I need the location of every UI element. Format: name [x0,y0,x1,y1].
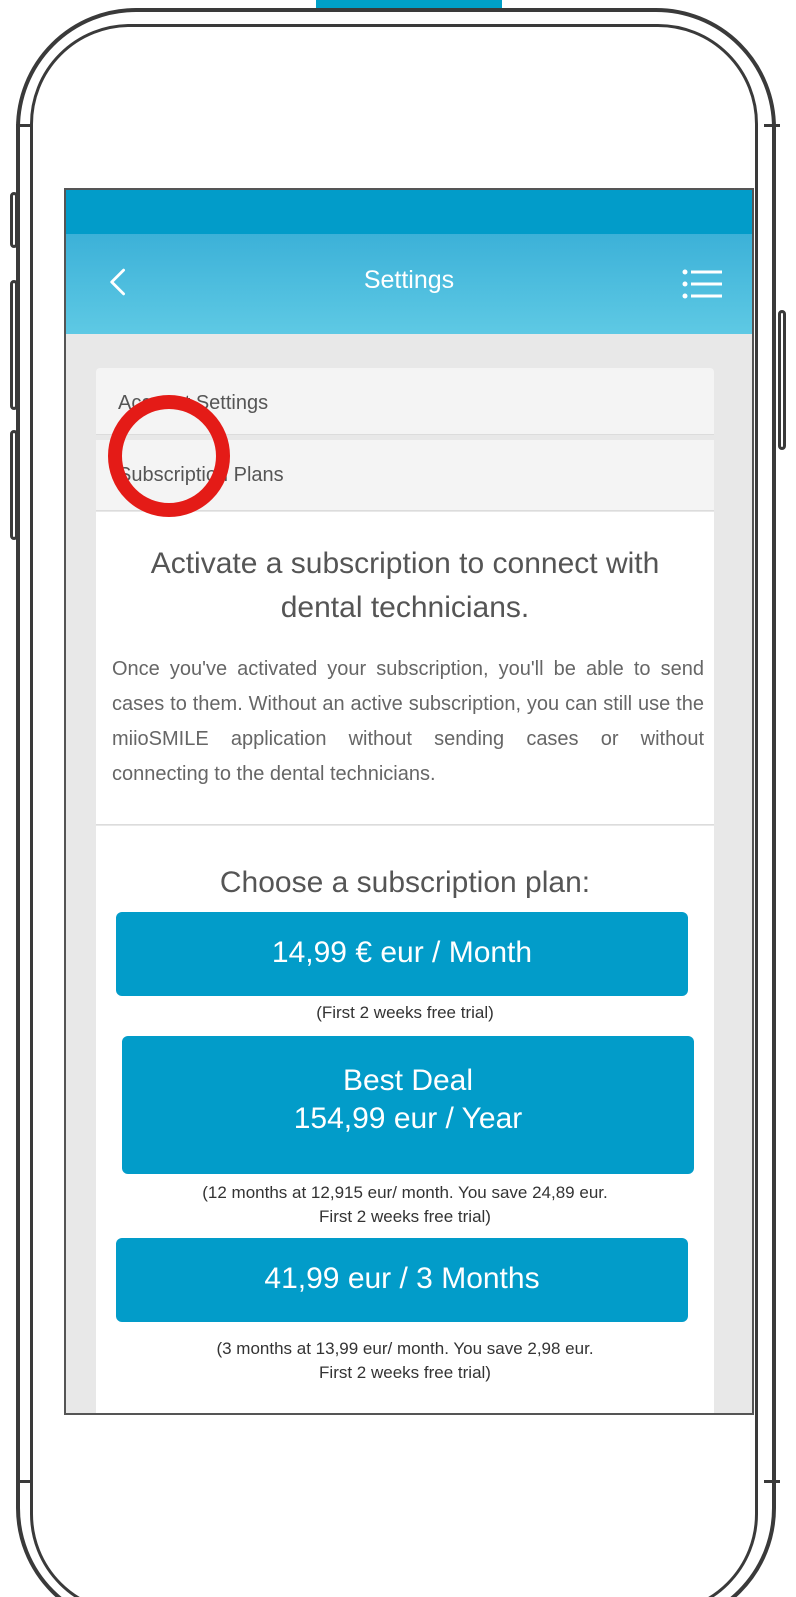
phone-side-button-power [778,310,786,450]
subscription-intro: Activate a subscription to connect with … [96,512,714,825]
plan-yearly-button[interactable]: Best Deal 154,99 eur / Year [122,1036,694,1174]
plan-quarterly-note-2: First 2 weeks free trial) [319,1363,491,1382]
section-label: Account Settings [118,392,269,414]
plans-panel: Choose a subscription plan: 14,99 € eur … [96,826,714,1413]
section-account-settings[interactable]: Account Settings [96,368,714,435]
phone-frame-tick [764,124,780,127]
intro-headline: Activate a subscription to connect with … [150,547,660,624]
page-title: Settings [363,266,455,294]
phone-frame-tick [764,1480,780,1483]
plan-quarterly-label: 41,99 eur / 3 Months [264,1262,540,1295]
plan-yearly-badge: Best Deal [342,1064,474,1097]
plan-yearly-label: 154,99 eur / Year [293,1102,523,1135]
app-screen: Settings Account Settings Subscription P… [64,188,754,1415]
phone-side-button-mute [10,192,18,248]
section-subscription-plans[interactable]: Subscription Plans [96,440,714,511]
plan-quarterly-note-1: (3 months at 13,99 eur/ month. You save … [216,1339,594,1358]
plan-monthly-button[interactable]: 14,99 € eur / Month [116,912,688,996]
intro-body: Once you've activated your subscription,… [112,658,704,785]
plan-quarterly-button[interactable]: 41,99 eur / 3 Months [116,1238,688,1322]
plans-heading: Choose a subscription plan: [219,866,591,899]
plan-monthly-note: (First 2 weeks free trial) [316,1003,494,1022]
tutorial-canvas: Settings Account Settings Subscription P… [0,0,796,1597]
phone-side-button-volume-up [10,280,18,410]
section-label: Subscription Plans [118,464,284,486]
phone-frame-tick [16,1480,32,1483]
status-bar [66,190,752,234]
list-menu-icon[interactable] [682,268,722,300]
plan-yearly-note-2: First 2 weeks free trial) [319,1207,491,1226]
phone-frame-tick [16,124,32,127]
plan-monthly-label: 14,99 € eur / Month [271,936,533,969]
plan-yearly-note-1: (12 months at 12,915 eur/ month. You sav… [202,1183,608,1202]
app-header: Settings [66,234,752,334]
phone-side-button-volume-down [10,430,18,540]
